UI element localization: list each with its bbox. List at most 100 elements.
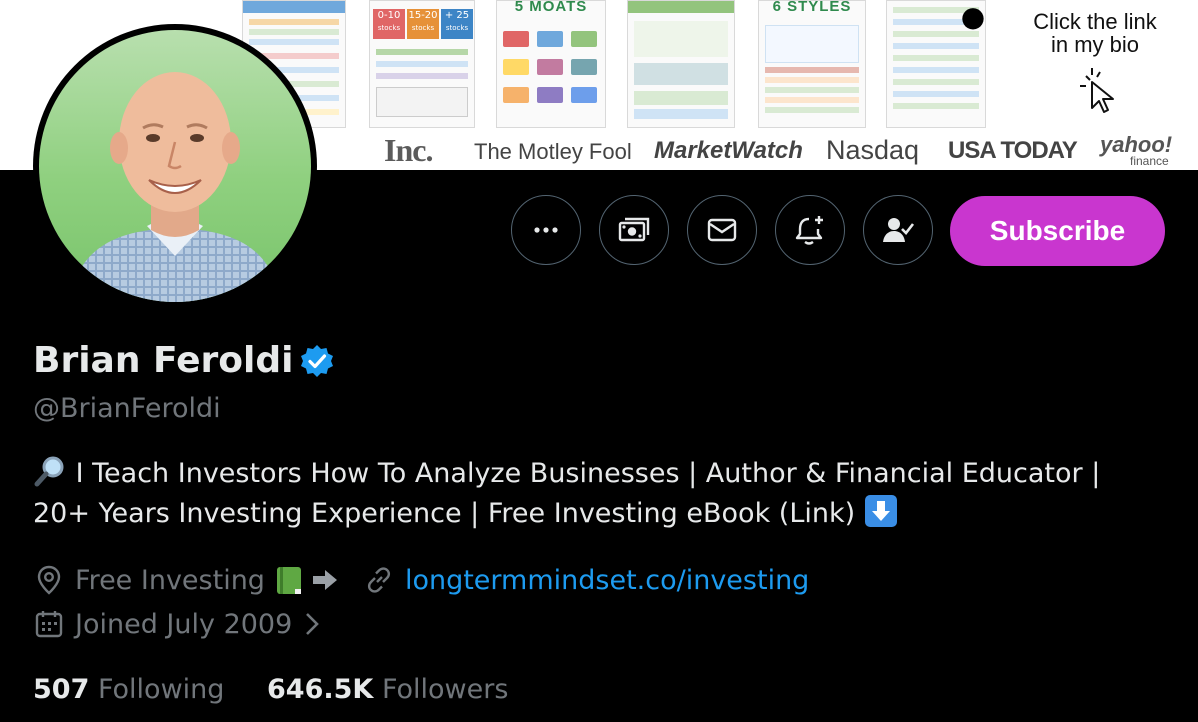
infographic-row [376,87,468,117]
infographic-row [634,91,728,105]
logo-block [537,87,563,103]
arrow-right-icon [312,570,337,590]
following-link[interactable]: 507 Following [33,674,233,705]
infographic-row [376,49,468,55]
infographic-row [893,43,979,49]
website-link[interactable]: longtermmindset.co/investing [405,565,809,596]
infographic-title: 6 STYLES [772,0,852,15]
logo-yahoo-finance: finance [1130,154,1169,168]
magnifier-emoji [34,456,64,487]
infographic-row [893,91,979,97]
infographic-row [376,61,468,67]
bio-line-2: 20+ Years Investing Experience | Free In… [33,494,1153,534]
following-count: 507 [33,674,90,705]
green-book-emoji [276,567,301,594]
bio-line-1: I Teach Investors How To Analyze Busines… [33,454,1153,494]
infographic-row [765,77,859,83]
following-button[interactable] [863,195,933,265]
follow-stats: 507 Following 646.5K Followers [33,674,508,705]
infographic-row [249,19,339,25]
banner-cta: Click the link in my bio [1012,10,1178,56]
infographic-row [634,21,728,57]
logo-marketwatch: MarketWatch [654,137,803,164]
bucket-label: stocks [445,24,469,32]
money-icon [618,217,650,242]
infographic-row [376,73,468,79]
cta-line-1: Click the link [1033,9,1157,34]
profile-bio: I Teach Investors How To Analyze Busines… [33,454,1153,534]
banner-infographic-5: 6 STYLES [758,0,866,128]
infographic-row [634,63,728,85]
avatar-photo [39,30,311,302]
location-row: Free Investing longtermmindset.co/invest… [33,564,809,596]
location-icon [37,565,61,595]
profile-handle: @BrianFeroldi [33,393,221,424]
mail-icon [707,218,737,242]
link-icon [367,567,391,593]
avatar-portrait [69,72,281,302]
banner-infographic-4 [627,0,735,128]
infographic-row [893,103,979,109]
banner-infographic-3: 5 MOATS [496,0,606,128]
infographic-row [765,67,859,73]
location-text: Free Investing [75,564,265,596]
logo-block [571,31,597,47]
infographic-row [765,87,859,93]
bucket-range: 15-20 [408,10,438,21]
logo-usa-today: USA TODAY [948,137,1078,164]
more-icon [534,227,558,233]
bio-text-2: 20+ Years Investing Experience | Free In… [33,498,856,529]
infographic-row [893,79,979,85]
bucket-blue: + 25 stocks [441,9,473,39]
logo-nasdaq: Nasdaq [826,135,920,165]
subscribe-button[interactable]: Subscribe [950,196,1165,266]
profile-avatar[interactable] [33,24,317,308]
followers-label: Followers [381,674,509,705]
joined-row[interactable]: Joined July 2009 [33,608,338,640]
bucket-label: stocks [377,24,401,32]
logo-block [503,31,529,47]
cta-line-2: in my bio [1050,32,1140,57]
apple-icon: ● [960,0,986,33]
bell-plus-icon [795,216,823,245]
infographic-row [765,107,859,113]
logo-inc: Inc. [384,132,433,168]
following-label: Following [97,674,225,705]
bio-text-1: I Teach Investors How To Analyze Busines… [75,458,1101,489]
tips-button[interactable] [599,195,669,265]
bucket-range: 0-10 [377,10,401,21]
chevron-right-icon [306,613,320,635]
message-button[interactable] [687,195,757,265]
logo-block [571,59,597,75]
followers-count: 646.5K [267,674,374,705]
logo-block [537,31,563,47]
logo-block [503,87,529,103]
logo-block [571,87,597,103]
banner-infographic-2: 0-10 stocks 15-20 stocks + 25 stocks [369,0,475,128]
infographic-row [249,29,339,35]
display-name: Brian Feroldi [33,340,294,381]
verified-badge-icon[interactable] [299,343,335,379]
infographic-row [893,55,979,61]
down-arrow-emoji [864,495,897,527]
infographic-title: 5 MOATS [514,0,588,15]
infographic-row [765,25,859,63]
infographic-row [249,39,339,45]
logo-block [537,59,563,75]
followers-link[interactable]: 646.5K Followers [267,674,508,705]
infographic-row [765,97,859,103]
more-options-button[interactable] [511,195,581,265]
bucket-red: 0-10 stocks [373,9,405,39]
infographic-row [634,109,728,119]
infographic-header [243,1,345,13]
bucket-label: stocks [411,24,435,32]
infographic-header [628,1,734,13]
notifications-button[interactable] [775,195,845,265]
bucket-range: + 25 [444,10,470,21]
joined-text: Joined July 2009 [75,608,293,640]
calendar-icon [35,611,63,638]
following-user-icon [883,218,915,242]
press-logos: Inc. The Motley Fool MarketWatch Nasdaq … [380,132,1184,168]
infographic-row [893,67,979,73]
profile-name: Brian Feroldi [33,340,335,381]
